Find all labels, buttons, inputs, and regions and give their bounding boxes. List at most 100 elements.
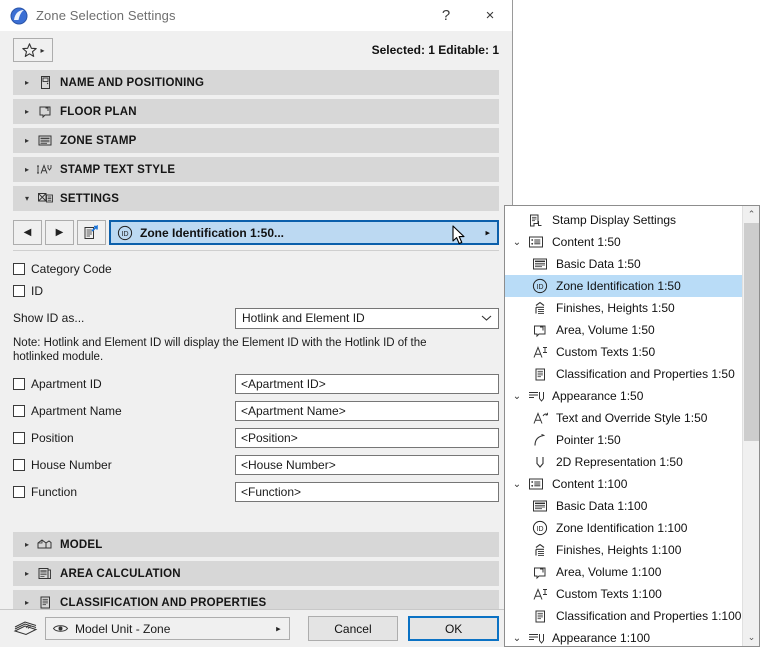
favorites-dropdown-arrow[interactable]: ▸ <box>40 46 44 55</box>
scheme-dropdown-arrow-icon[interactable]: ▸ <box>485 227 490 238</box>
section-label: CLASSIFICATION AND PROPERTIES <box>60 596 267 609</box>
collapse-arrow-icon[interactable]: ▾ <box>20 194 34 203</box>
current-scheme-combobox[interactable]: ID Zone Identification 1:50... ▸ <box>109 220 499 245</box>
function-checkbox[interactable] <box>13 486 25 498</box>
section-header-floor-plan[interactable]: ▸ FLOOR PLAN <box>13 99 499 124</box>
category-code-label: Category Code <box>31 262 112 276</box>
favorites-button[interactable]: ▸ <box>13 38 53 62</box>
function-input[interactable]: <Function> <box>235 482 499 502</box>
id-label: ID <box>31 284 43 298</box>
position-input[interactable]: <Position> <box>235 428 499 448</box>
section-header-stamp-text-style[interactable]: ▸ STAMP TEXT STYLE <box>13 157 499 182</box>
expand-arrow-icon[interactable]: ▸ <box>20 540 34 549</box>
scroll-down-arrow-icon[interactable]: ⌄ <box>743 629 759 646</box>
screen: Zone Selection Settings ? × ▸ Selected: … <box>0 0 760 647</box>
apartment-id-input[interactable]: <Apartment ID> <box>235 374 499 394</box>
tree-item-classification-properties-1-100[interactable]: Classification and Properties 1:100 <box>505 605 743 627</box>
field-row-house-number: House Number <House Number> <box>13 453 499 477</box>
expand-arrow-icon[interactable]: ▸ <box>20 107 34 116</box>
category-code-checkbox[interactable] <box>13 263 25 275</box>
cancel-button[interactable]: Cancel <box>307 616 399 641</box>
apartment-name-input[interactable]: <Apartment Name> <box>235 401 499 421</box>
scrollbar-thumb[interactable] <box>744 223 759 441</box>
chevron-down-icon[interactable]: ⌄ <box>509 479 525 490</box>
tree-group-content-1-100[interactable]: ⌄ Content 1:100 <box>505 473 743 495</box>
expand-arrow-icon[interactable]: ▸ <box>20 598 34 607</box>
tree-item-stamp-display-settings[interactable]: Stamp Display Settings <box>505 209 743 231</box>
tree-item-finishes-heights-1-50[interactable]: Finishes, Heights 1:50 <box>505 297 743 319</box>
tree-group-content-1-50[interactable]: ⌄ Content 1:50 <box>505 231 743 253</box>
tree-group-appearance-1-50[interactable]: ⌄ Appearance 1:50 <box>505 385 743 407</box>
eye-icon <box>52 623 69 634</box>
tree-item-finishes-heights-1-100[interactable]: Finishes, Heights 1:100 <box>505 539 743 561</box>
model-unit-combobox[interactable]: Model Unit - Zone ▸ <box>45 617 290 640</box>
current-scheme-label: Zone Identification 1:50... <box>140 225 285 240</box>
expand-arrow-icon[interactable]: ▸ <box>20 569 34 578</box>
chevron-down-icon[interactable]: ⌄ <box>509 633 525 644</box>
show-id-as-dropdown[interactable]: Hotlink and Element ID <box>235 307 499 329</box>
chevron-down-icon[interactable]: ⌄ <box>509 237 525 248</box>
tree-scrollbar[interactable]: ⌃ ⌄ <box>742 206 759 646</box>
layers-icon[interactable] <box>13 620 41 638</box>
window-title: Zone Selection Settings <box>36 8 176 23</box>
tree-item-basic-data-1-100[interactable]: Basic Data 1:100 <box>505 495 743 517</box>
checkbox-row-id[interactable]: ID <box>13 281 499 301</box>
tree-item-custom-texts-1-50[interactable]: Custom Texts 1:50 <box>505 341 743 363</box>
section-header-settings[interactable]: ▾ SETTINGS <box>13 186 499 211</box>
svg-text:ID: ID <box>537 284 544 291</box>
function-label: Function <box>31 485 78 499</box>
expand-arrow-icon[interactable]: ▸ <box>20 136 34 145</box>
next-scheme-button[interactable]: ▶ <box>45 220 74 245</box>
tree-item-zone-identification-1-50[interactable]: ID Zone Identification 1:50 <box>505 275 743 297</box>
tree-group-appearance-1-100[interactable]: ⌄ Appearance 1:100 <box>505 627 743 646</box>
basic-data-icon <box>529 499 551 513</box>
checkbox-row-category-code[interactable]: Category Code <box>13 259 499 279</box>
close-icon[interactable]: × <box>468 0 512 31</box>
tree-item-area-volume-1-50[interactable]: Area, Volume 1:50 <box>505 319 743 341</box>
chevron-down-icon[interactable] <box>481 315 492 322</box>
expand-arrow-icon[interactable]: ▸ <box>20 165 34 174</box>
tree-item-pointer-1-50[interactable]: Pointer 1:50 <box>505 429 743 451</box>
section-header-zone-stamp[interactable]: ▸ ZONE STAMP <box>13 128 499 153</box>
field-row-function: Function <Function> <box>13 480 499 504</box>
field-row-apartment-id: Apartment ID <Apartment ID> <box>13 372 499 396</box>
tree-item-classification-properties-1-50[interactable]: Classification and Properties 1:50 <box>505 363 743 385</box>
classification-properties-icon <box>34 595 56 610</box>
tree-item-area-volume-1-100[interactable]: Area, Volume 1:100 <box>505 561 743 583</box>
tree-item-2d-representation-1-50[interactable]: 2D Representation 1:50 <box>505 451 743 473</box>
hotlink-note-text: Note: Hotlink and Element ID will displa… <box>13 337 427 363</box>
title-bar: Zone Selection Settings ? × <box>0 0 512 31</box>
previous-scheme-button[interactable]: ◀ <box>13 220 42 245</box>
field-row-apartment-name: Apartment Name <Apartment Name> <box>13 399 499 423</box>
tree-item-zone-identification-1-100[interactable]: ID Zone Identification 1:100 <box>505 517 743 539</box>
id-checkbox[interactable] <box>13 285 25 297</box>
basic-data-icon <box>529 257 551 271</box>
section-header-model[interactable]: ▸ MODEL <box>13 532 499 557</box>
help-button[interactable]: ? <box>424 0 468 31</box>
apartment-name-checkbox[interactable] <box>13 405 25 417</box>
tree-item-basic-data-1-50[interactable]: Basic Data 1:50 <box>505 253 743 275</box>
edit-scheme-button[interactable] <box>77 220 106 245</box>
area-volume-icon <box>529 565 551 580</box>
unit-dropdown-arrow-icon[interactable]: ▸ <box>276 623 281 634</box>
house-number-checkbox[interactable] <box>13 459 25 471</box>
tree-item-label: Classification and Properties 1:50 <box>556 367 735 381</box>
tree-item-custom-texts-1-100[interactable]: Custom Texts 1:100 <box>505 583 743 605</box>
tree-item-text-override-style-1-50[interactable]: Text and Override Style 1:50 <box>505 407 743 429</box>
star-icon <box>21 42 38 59</box>
chevron-down-icon[interactable]: ⌄ <box>509 391 525 402</box>
show-id-as-row: Show ID as... Hotlink and Element ID <box>13 305 499 331</box>
scroll-up-arrow-icon[interactable]: ⌃ <box>743 206 759 223</box>
tree-item-label: Basic Data 1:100 <box>556 499 648 513</box>
appearance-icon <box>525 389 547 404</box>
expand-arrow-icon[interactable]: ▸ <box>20 78 34 87</box>
section-header-name-and-positioning[interactable]: ▸ NAME AND POSITIONING <box>13 70 499 95</box>
tree-item-label: Basic Data 1:50 <box>556 257 641 271</box>
floor-plan-icon <box>34 104 56 119</box>
section-header-area-calculation[interactable]: ▸ AREA CALCULATION <box>13 561 499 586</box>
position-checkbox[interactable] <box>13 432 25 444</box>
apartment-id-checkbox[interactable] <box>13 378 25 390</box>
tree-item-label: Zone Identification 1:100 <box>556 521 688 535</box>
house-number-input[interactable]: <House Number> <box>235 455 499 475</box>
ok-button[interactable]: OK <box>408 616 499 641</box>
